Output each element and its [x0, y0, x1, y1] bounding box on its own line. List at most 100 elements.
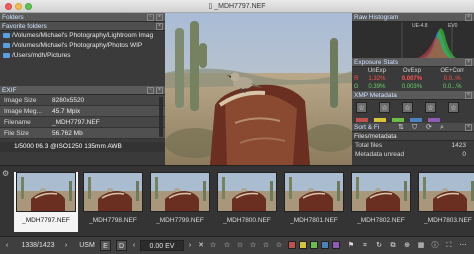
rating-clear-icon[interactable]: ☆	[208, 240, 218, 251]
photo-bird-on-rock	[165, 13, 352, 165]
thumbnail-label: _MDH7802.NEF	[357, 217, 405, 224]
favorite-folder[interactable]: /Volumes/Michael's Photography/Lightroom…	[0, 31, 165, 41]
compare-icon[interactable]: ⧉	[388, 240, 398, 251]
expo-value: 0.0...%	[442, 84, 462, 90]
exif-value: _MDH7797.NEF	[52, 119, 100, 126]
favorite-label: /Users/mdh/Pictures	[12, 52, 71, 59]
close-panel-icon[interactable]: ×	[465, 59, 472, 66]
favorites-header[interactable]: Favorite folders ×	[0, 22, 165, 31]
thumbnail-label: _MDH7797.NEF	[22, 217, 70, 224]
histogram-header[interactable]: Raw Histogram ×	[352, 13, 474, 22]
toolbar-color-yellow[interactable]	[299, 241, 307, 249]
filmstrip: ⚙ _MDH7797.NEF _MDH7798.NEF _MDH7799.NEF _M…	[0, 165, 474, 236]
toolbar-color-red[interactable]	[288, 241, 296, 249]
files-title: Files/metadata	[354, 133, 397, 140]
favorite-folder[interactable]: /Users/mdh/Pictures	[0, 51, 165, 61]
star-icon[interactable]: ☆	[402, 102, 413, 113]
expo-header: OvExp	[402, 68, 421, 74]
color-label-green[interactable]	[392, 118, 404, 122]
more-icon[interactable]: ⋯	[458, 240, 468, 251]
sort-filter-header[interactable]: Sort & Fi ⇅ ⛉ ⟳ ⌕ ×	[352, 123, 474, 132]
sort-title: Sort & Fi	[354, 124, 380, 131]
color-label-purple[interactable]	[428, 118, 440, 122]
info-key: Total files	[355, 142, 383, 149]
e-button[interactable]: E	[100, 240, 111, 251]
filmstrip-thumbnail[interactable]: _MDH7798.NEF	[81, 172, 145, 232]
prev-icon[interactable]: ‹	[3, 240, 11, 251]
exposure-header[interactable]: Exposure Stats ×	[352, 58, 474, 67]
filmstrip-thumbnail[interactable]: _MDH7797.NEF	[14, 172, 78, 232]
close-panel-icon[interactable]: ×	[465, 92, 472, 99]
close-panel-icon[interactable]: ×	[156, 14, 163, 21]
refresh-icon[interactable]: ⟳	[426, 123, 432, 132]
star-icon[interactable]: ☆	[356, 102, 367, 113]
expo-header: OE+Corr	[440, 68, 465, 74]
filmstrip-thumbnail[interactable]: _MDH7800.NEF	[215, 172, 279, 232]
expo-channel: R	[354, 76, 359, 82]
filter-icon[interactable]: ⛉	[412, 123, 417, 132]
star-icon[interactable]: ☆	[274, 240, 284, 251]
star-icon[interactable]: ☆	[222, 240, 232, 251]
main-image-viewer[interactable]	[165, 13, 352, 165]
star-icon[interactable]: ☆	[379, 102, 390, 113]
filmstrip-thumbnail[interactable]: _MDH7802.NEF	[349, 172, 413, 232]
usm-toggle[interactable]: USM	[77, 240, 97, 251]
sort-icon[interactable]: ⇅	[398, 123, 404, 132]
d-button[interactable]: D	[116, 240, 127, 251]
flag-icon[interactable]: ⚑	[346, 240, 356, 251]
float-icon[interactable]: ▫	[147, 14, 154, 21]
ev-decrease-icon[interactable]: ‹	[130, 240, 138, 251]
filmstrip-thumbnail[interactable]: _MDH7803.NEF	[416, 172, 474, 232]
color-label-blue[interactable]	[410, 118, 422, 122]
info-icon[interactable]: ⓘ	[430, 240, 440, 251]
exif-key: Filename	[4, 119, 31, 126]
folder-icon	[3, 53, 10, 58]
thumbnail-image	[418, 172, 474, 212]
close-panel-icon[interactable]: ×	[465, 14, 472, 21]
filmstrip-settings-icon[interactable]: ⚙	[2, 169, 9, 178]
filmstrip-thumbnail[interactable]: _MDH7801.NEF	[282, 172, 346, 232]
rating-row: ☆ ☆ ☆ ☆ ☆	[352, 100, 474, 116]
close-panel-icon[interactable]: ×	[156, 87, 163, 94]
files-header[interactable]: Files/metadata	[352, 132, 474, 141]
fullscreen-icon[interactable]: ⛶	[444, 240, 454, 251]
crop-icon[interactable]: ⌗	[360, 240, 370, 251]
favorite-folder[interactable]: /Volumes/Michael's Photography/Photos WI…	[0, 41, 165, 51]
zoom-icon[interactable]: ⊕	[402, 240, 412, 251]
star-icon[interactable]: ☆	[261, 240, 271, 251]
rotate-icon[interactable]: ↻	[374, 240, 384, 251]
ev-increase-icon[interactable]: ›	[186, 240, 194, 251]
search-icon[interactable]: ⌕	[440, 123, 444, 132]
favorites-title: Favorite folders	[2, 23, 47, 30]
color-label-red[interactable]	[356, 118, 368, 122]
exif-header[interactable]: EXIF ▫ ×	[0, 86, 165, 95]
exif-row: Image Meg... 45.7 Mpix	[0, 106, 165, 117]
color-label-yellow[interactable]	[374, 118, 386, 122]
star-icon[interactable]: ☆	[448, 102, 459, 113]
grid-icon[interactable]: ▦	[416, 240, 426, 251]
folders-header[interactable]: Folders ▫ ×	[0, 13, 165, 22]
exif-row: Filename _MDH7797.NEF	[0, 117, 165, 128]
info-row: Total files 1423	[352, 141, 474, 150]
info-row: Metadata unread 0	[352, 150, 474, 159]
close-panel-icon[interactable]: ×	[156, 23, 163, 30]
star-icon[interactable]: ☆	[425, 102, 436, 113]
toolbar-color-blue[interactable]	[321, 241, 329, 249]
expo-value: 0.003%	[401, 84, 423, 90]
star-icon[interactable]: ☆	[248, 240, 258, 251]
next-icon[interactable]: ›	[62, 240, 70, 251]
histogram-title: Raw Histogram	[354, 14, 399, 21]
float-icon[interactable]: ▫	[147, 87, 154, 94]
star-icon[interactable]: ☆	[235, 240, 245, 251]
ev-field[interactable]: 0.00 EV	[140, 240, 184, 251]
exif-row: Image Size 8280x5520	[0, 95, 165, 106]
filmstrip-thumbnail[interactable]: _MDH7799.NEF	[148, 172, 212, 232]
exif-key: Image Size	[4, 97, 37, 104]
toolbar-color-purple[interactable]	[332, 241, 340, 249]
reject-icon[interactable]: ✕	[197, 240, 205, 251]
exif-scrollbar[interactable]	[159, 97, 163, 137]
toolbar-color-green[interactable]	[310, 241, 318, 249]
xmp-header[interactable]: XMP Metadata ×	[352, 91, 474, 100]
close-panel-icon[interactable]: ×	[465, 124, 472, 131]
left-panel: Folders ▫ × Favorite folders × /Volumes/…	[0, 13, 165, 165]
